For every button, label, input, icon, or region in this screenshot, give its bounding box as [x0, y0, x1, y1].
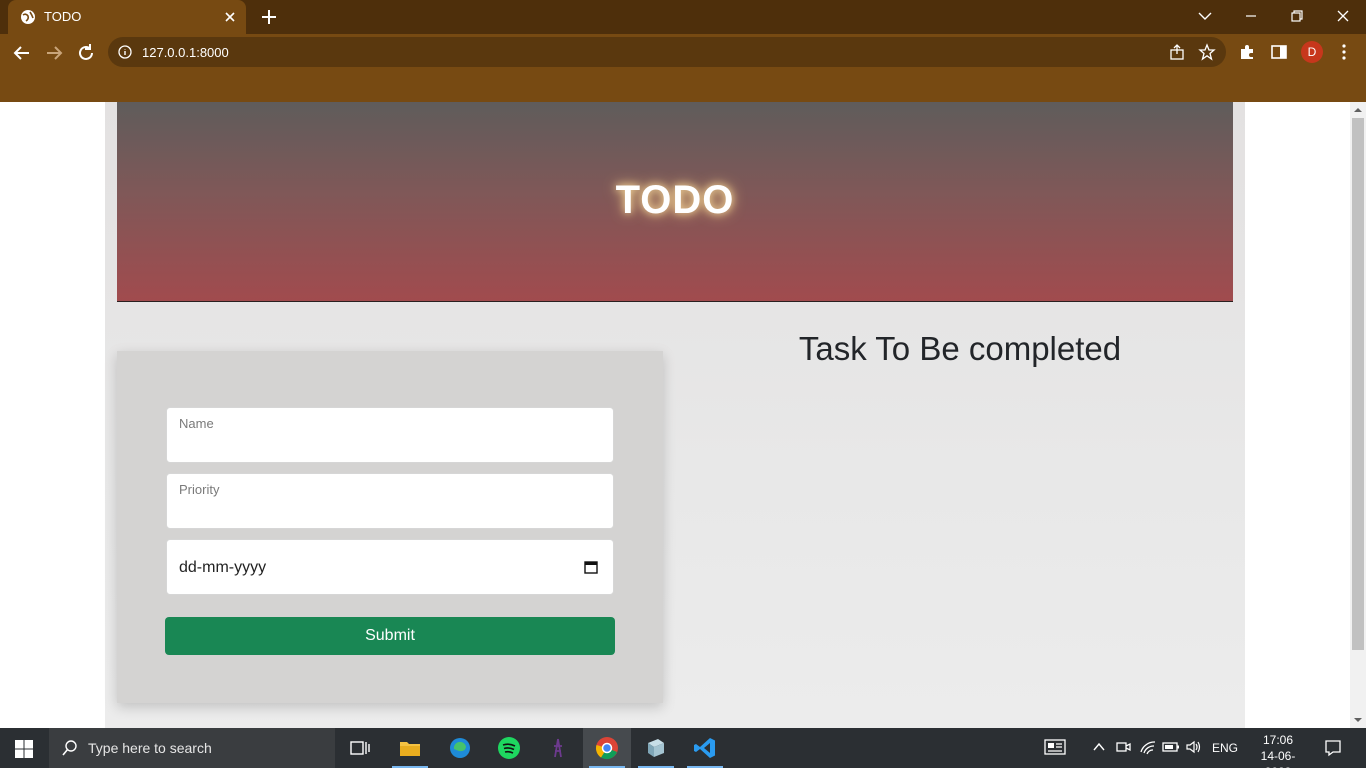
date-field[interactable]: dd-mm-yyyy — [166, 539, 614, 595]
meet-now-icon[interactable] — [1114, 738, 1132, 756]
address-bar[interactable]: 127.0.0.1:8000 — [108, 37, 1226, 67]
search-placeholder: Type here to search — [88, 740, 212, 756]
wifi-icon[interactable] — [1139, 738, 1157, 756]
tasks-heading: Task To Be completed — [798, 330, 1122, 367]
bookmark-star-icon[interactable] — [1198, 43, 1216, 61]
close-tab-icon[interactable] — [222, 9, 238, 25]
extensions-puzzle-icon[interactable] — [1238, 43, 1256, 61]
scroll-thumb[interactable] — [1352, 118, 1364, 650]
volume-icon[interactable] — [1185, 738, 1203, 756]
close-window-icon[interactable] — [1333, 6, 1353, 26]
hero-title: TODO — [615, 178, 735, 222]
browser-titlebar: TODO — [0, 0, 1366, 34]
taskbar-vscode[interactable] — [681, 728, 729, 768]
url-text[interactable]: 127.0.0.1:8000 — [142, 45, 229, 60]
task-view-icon — [350, 741, 370, 755]
priority-field-label: Priority — [179, 482, 220, 497]
name-field[interactable]: Name — [166, 407, 614, 463]
browser-tab[interactable]: TODO — [8, 0, 246, 34]
clock-date: 14-06-2023 — [1260, 749, 1296, 768]
chrome-icon — [595, 737, 618, 760]
edge-icon — [450, 738, 470, 758]
restore-icon[interactable] — [1287, 6, 1307, 26]
page-container: TODO Name Priority dd-mm-yyyy Submit Tas… — [105, 102, 1245, 728]
back-arrow-icon[interactable] — [11, 42, 33, 64]
share-icon[interactable] — [1168, 43, 1186, 61]
taskbar-file-explorer[interactable] — [386, 728, 434, 768]
reload-icon[interactable] — [75, 42, 97, 64]
date-placeholder: dd-mm-yyyy — [179, 559, 267, 576]
page-viewport: TODO Name Priority dd-mm-yyyy Submit Tas… — [0, 102, 1350, 728]
calendar-icon[interactable] — [583, 559, 599, 575]
taskbar-app-purple[interactable] — [534, 728, 582, 768]
battery-icon[interactable] — [1162, 738, 1180, 756]
tray-chevron-up-icon[interactable] — [1090, 738, 1108, 756]
minimize-icon[interactable] — [1241, 6, 1261, 26]
tor-app-icon — [554, 738, 562, 758]
clock-time: 17:06 — [1262, 733, 1294, 747]
vscode-icon — [694, 738, 715, 758]
taskbar-edge[interactable] — [436, 728, 484, 768]
menu-kebab-icon[interactable] — [1335, 43, 1353, 61]
forward-arrow-icon[interactable] — [43, 42, 65, 64]
cube-app-icon — [648, 739, 664, 757]
submit-button[interactable]: Submit — [165, 617, 615, 655]
side-panel-icon[interactable] — [1270, 43, 1288, 61]
scroll-up-arrow-icon[interactable] — [1354, 106, 1362, 114]
windows-taskbar: Type here to search ENG 17:06 14-06- — [0, 728, 1366, 768]
browser-toolbar: 127.0.0.1:8000 D — [0, 34, 1366, 102]
notification-icon[interactable] — [1324, 739, 1342, 757]
task-form: Name Priority dd-mm-yyyy Submit — [117, 351, 663, 703]
taskbar-app-cube[interactable] — [632, 728, 680, 768]
taskbar-chrome[interactable] — [583, 728, 631, 768]
hero-banner: TODO — [117, 102, 1233, 302]
tab-title: TODO — [44, 9, 82, 24]
language-indicator[interactable]: ENG — [1212, 741, 1238, 755]
page-scrollbar[interactable] — [1350, 102, 1366, 728]
priority-field[interactable]: Priority — [166, 473, 614, 529]
tab-search-chevron-icon[interactable] — [1195, 6, 1215, 26]
profile-avatar[interactable]: D — [1301, 41, 1323, 63]
scroll-down-arrow-icon[interactable] — [1354, 716, 1362, 724]
taskbar-spotify[interactable] — [485, 728, 533, 768]
task-view-button[interactable] — [336, 728, 384, 768]
globe-icon — [21, 10, 35, 24]
taskbar-search[interactable]: Type here to search — [49, 728, 335, 768]
system-clock[interactable]: 17:06 14-06-2023 — [1248, 732, 1308, 768]
name-field-label: Name — [179, 416, 214, 431]
site-info-icon[interactable] — [118, 45, 132, 59]
search-icon — [62, 740, 77, 756]
spotify-icon — [498, 737, 520, 759]
windows-start-icon[interactable] — [14, 739, 34, 759]
new-tab-icon[interactable] — [260, 8, 278, 26]
folder-icon — [400, 742, 420, 756]
news-widget-icon[interactable] — [1044, 738, 1066, 756]
